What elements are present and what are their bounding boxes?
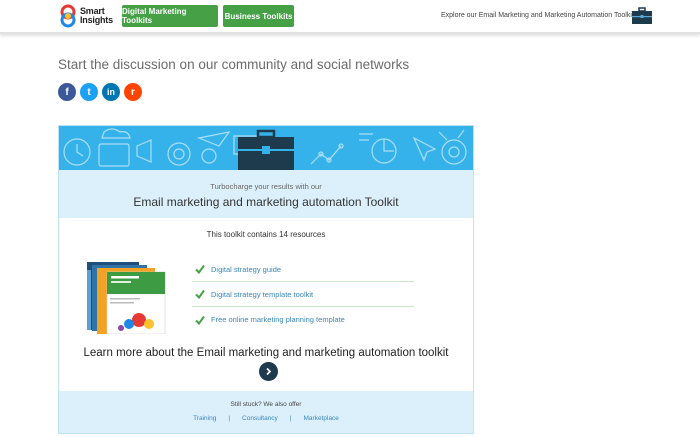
- learn-more-heading[interactable]: Learn more about the Email marketing and…: [59, 347, 473, 359]
- toolkit-card: Turbocharge your results with our Email …: [58, 125, 474, 434]
- resource-list: Digital strategy guide Digital strategy …: [192, 257, 414, 332]
- resource-item[interactable]: Digital strategy template toolkit: [192, 282, 414, 307]
- check-icon: [195, 315, 205, 325]
- learn-more-button[interactable]: [259, 362, 278, 381]
- linkedin-share-icon[interactable]: in: [102, 83, 120, 101]
- twitter-share-icon[interactable]: t: [80, 83, 98, 101]
- logo-text: Smart Insights: [80, 7, 113, 25]
- link-separator: |: [228, 415, 231, 422]
- resource-item[interactable]: Digital strategy guide: [192, 257, 414, 282]
- link-separator: |: [289, 415, 292, 422]
- resource-label: Digital strategy guide: [211, 264, 282, 274]
- digital-marketing-toolkits-button[interactable]: Digital Marketing Toolkits: [122, 5, 218, 27]
- consultancy-link[interactable]: Consultancy: [242, 415, 278, 422]
- check-icon: [195, 289, 205, 299]
- toolkit-footer: [59, 391, 473, 433]
- toolkit-books-illustration: [87, 262, 166, 334]
- toolkit-subhead-band: [59, 170, 473, 218]
- explore-toolkit-link[interactable]: Explore our Email Marketing and Marketin…: [441, 12, 634, 19]
- smart-insights-logo[interactable]: Smart Insights: [60, 4, 118, 29]
- briefcase-icon[interactable]: [631, 7, 653, 25]
- toolkit-tagline: Turbocharge your results with our: [210, 182, 322, 191]
- logo-mark-icon: [60, 4, 76, 28]
- logo-text-line2: Insights: [80, 15, 113, 25]
- resource-label: Digital strategy template toolkit: [211, 289, 314, 299]
- banner-illustration-icon: [63, 128, 467, 170]
- still-stuck-text: Still stuck? We also offer: [230, 401, 302, 408]
- chevron-right-icon: [266, 367, 272, 376]
- resource-label: Free online marketing planning template: [211, 315, 345, 324]
- discussion-heading: Start the discussion on our community an…: [58, 57, 410, 72]
- footer-links: Training | Consultancy | Marketplace: [59, 415, 473, 422]
- resource-item[interactable]: Free online marketing planning template: [192, 307, 414, 332]
- toolkit-banner: [59, 126, 473, 170]
- business-toolkits-button[interactable]: Business Toolkits: [223, 5, 294, 27]
- reddit-share-icon[interactable]: r: [124, 83, 142, 101]
- facebook-share-icon[interactable]: f: [58, 83, 76, 101]
- check-icon: [195, 264, 205, 274]
- marketplace-link[interactable]: Marketplace: [304, 415, 339, 422]
- toolkit-title: Email marketing and marketing automation…: [133, 195, 399, 209]
- banner-briefcase: [238, 129, 294, 170]
- top-header: Smart Insights Digital Marketing Toolkit…: [0, 0, 700, 34]
- training-link[interactable]: Training: [193, 415, 216, 422]
- resource-count-text: This toolkit contains 14 resources: [206, 230, 326, 239]
